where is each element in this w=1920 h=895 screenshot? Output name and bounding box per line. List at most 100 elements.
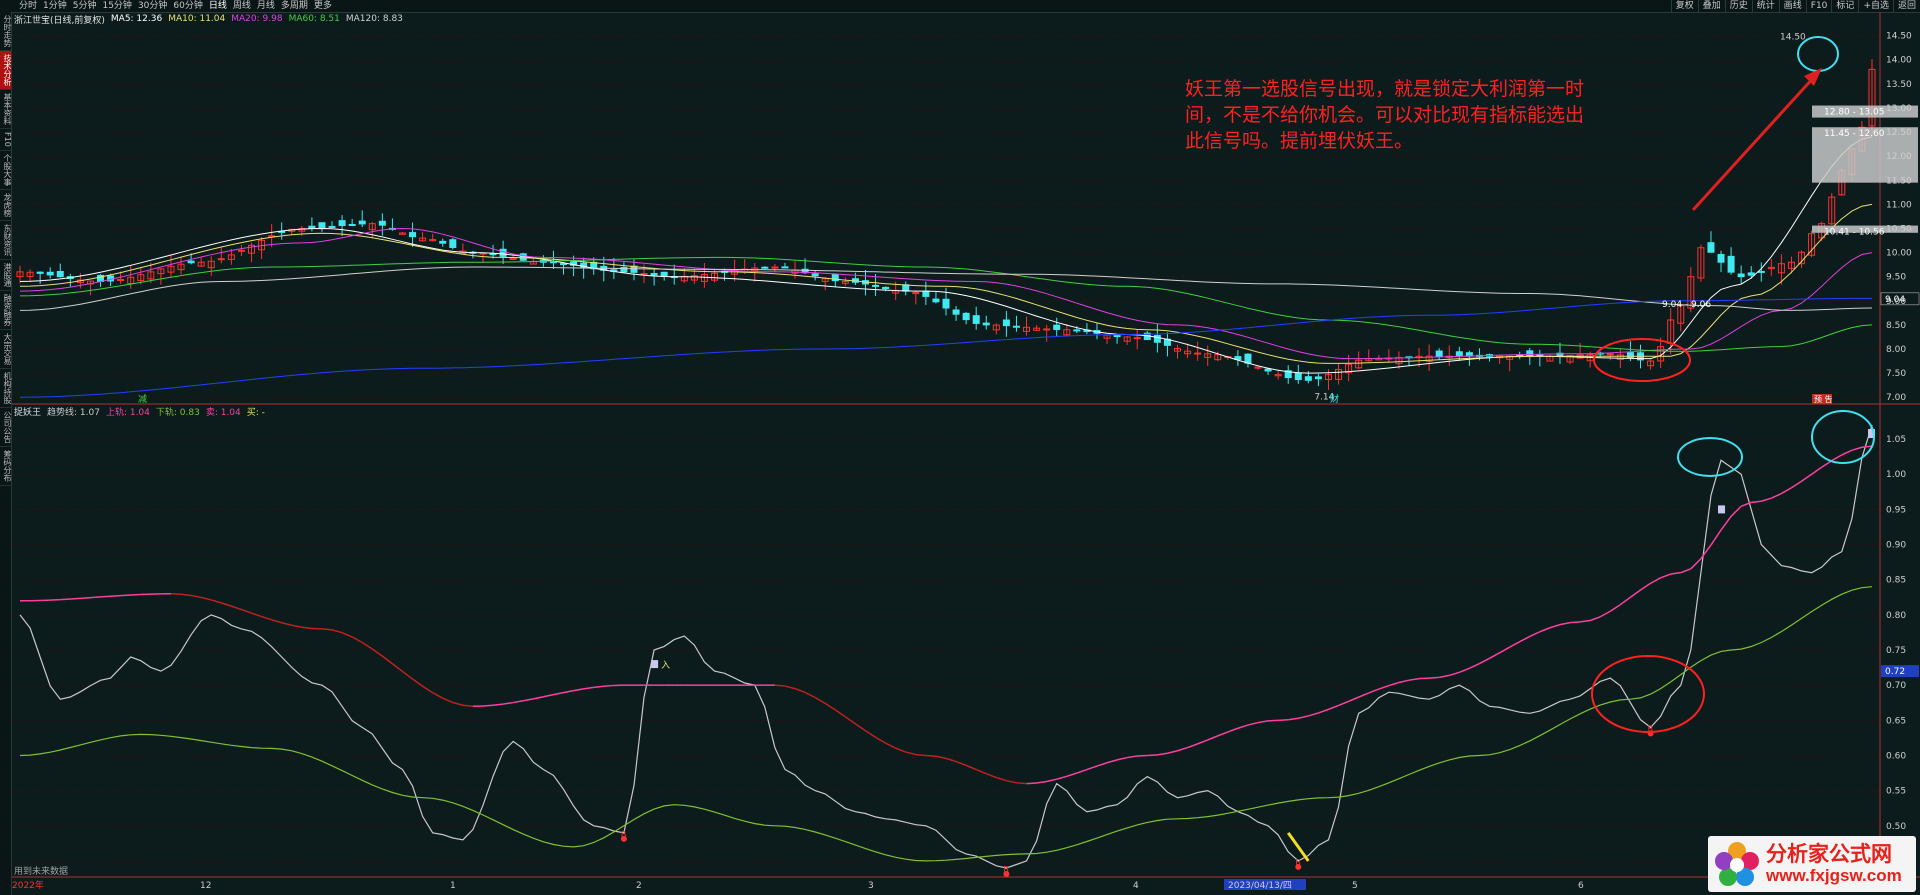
upper-seg-121: [1227, 727, 1239, 733]
ind-tick-2: 0.55: [1886, 787, 1906, 797]
x-label-2: 1: [450, 881, 456, 891]
x-label-7: 5: [1352, 881, 1358, 891]
candle-body-113: [1153, 334, 1161, 343]
chart-canvas[interactable]: 12.80 - 13.05 11.45 - 12.60 10.41 - 10.56 9…: [0, 0, 1920, 895]
candle-body-98: [1002, 319, 1010, 327]
upper-seg-109: [1106, 759, 1118, 764]
upper-seg-115: [1167, 749, 1178, 754]
upper-seg-176: [1781, 487, 1792, 495]
price-box-label-0: 12.80 - 13.05: [1824, 108, 1885, 118]
upper-seg-182: [1841, 449, 1853, 456]
upper-seg-47: [482, 704, 494, 707]
upper-seg-23: [241, 608, 252, 614]
candle-body-49: [509, 257, 517, 260]
candle-body-32: [338, 220, 346, 227]
candle-body-29: [308, 225, 316, 229]
upper-seg-126: [1278, 719, 1289, 722]
candle-body-10: [117, 278, 125, 281]
upper-seg-87: [885, 742, 897, 749]
value-tag: 0.72: [1885, 667, 1905, 677]
upper-seg-164: [1660, 573, 1671, 579]
upper-seg-147: [1489, 652, 1500, 659]
sell-box-0: [651, 660, 659, 669]
upper-seg-179: [1811, 466, 1823, 475]
upper-seg-25: [261, 615, 272, 621]
candle-body-92: [942, 298, 950, 309]
upper-seg-79: [804, 691, 816, 699]
x-label-6: 2023/04/13/四: [1228, 881, 1292, 891]
upper-seg-35: [361, 641, 373, 650]
upper-seg-37: [381, 655, 393, 665]
candle-body-30: [318, 222, 326, 229]
upper-seg-34: [351, 636, 363, 644]
candle-body-90: [922, 290, 930, 297]
upper-seg-133: [1348, 696, 1359, 703]
upper-seg-6: [70, 597, 81, 600]
upper-seg-152: [1539, 627, 1551, 633]
upper-seg-106: [1076, 768, 1088, 774]
candle-body-128: [1304, 376, 1312, 381]
upper-seg-166: [1680, 568, 1692, 574]
upper-seg-11: [120, 594, 131, 597]
upper-seg-138: [1398, 679, 1410, 684]
upper-seg-90: [915, 753, 926, 757]
x-label-8: 6: [1578, 881, 1584, 891]
upper-seg-88: [895, 747, 907, 753]
upper-seg-112: [1137, 754, 1148, 757]
ind-tick-8: 0.85: [1886, 576, 1906, 586]
candle-body-31: [328, 225, 336, 228]
candle-body-33: [348, 223, 356, 226]
price-tick-11: 12.50: [1886, 128, 1912, 138]
upper-seg-150: [1519, 635, 1531, 643]
ind-tick-9: 0.90: [1886, 541, 1906, 551]
peak-ellipse-ind-right: [1811, 410, 1875, 464]
candle-body-141: [1435, 350, 1443, 357]
candle-body-42: [439, 240, 447, 244]
candle-body-79: [811, 273, 819, 277]
upper-seg-131: [1328, 704, 1339, 711]
peak-ellipse-price: [1797, 36, 1839, 72]
upper-seg-54: [553, 691, 564, 696]
high-price-label: 14.50: [1780, 33, 1806, 43]
candle-body-85: [872, 284, 880, 287]
upper-seg-104: [1056, 775, 1067, 780]
upper-seg-139: [1408, 677, 1420, 681]
upper-seg-161: [1629, 589, 1641, 598]
upper-seg-94: [955, 760, 967, 767]
candle-body-172: [1747, 272, 1755, 276]
price-tick-0: 7.00: [1886, 393, 1906, 403]
candle-body-99: [1012, 325, 1020, 328]
upper-seg-141: [1429, 676, 1440, 679]
upper-seg-50: [513, 700, 524, 704]
upper-seg-99: [1006, 779, 1017, 784]
upper-seg-95: [965, 764, 977, 771]
candle-body-39: [409, 232, 417, 238]
footer-note: 用到未来数据: [14, 865, 68, 877]
upper-seg-173: [1751, 500, 1762, 504]
upper-seg-171: [1730, 505, 1742, 517]
candle-body-168: [1707, 242, 1715, 253]
candle-body-76: [781, 266, 789, 269]
price-box-label-1: 11.45 - 12.60: [1824, 129, 1885, 139]
upper-seg-143: [1449, 671, 1460, 677]
upper-seg-119: [1207, 735, 1219, 741]
flower-logo-icon: [1715, 842, 1759, 886]
upper-seg-98: [996, 776, 1007, 782]
candle-body-36: [378, 220, 386, 226]
peak-ellipse-ind: [1677, 437, 1743, 477]
upper-seg-134: [1358, 692, 1370, 698]
candle-body-103: [1053, 324, 1061, 330]
axis-layer: 7.007.508.008.509.009.5010.0010.5011.001…: [12, 32, 1912, 891]
ind-tick-7: 0.80: [1886, 611, 1906, 621]
upper-seg-154: [1559, 621, 1571, 626]
upper-seg-55: [563, 689, 574, 694]
upper-seg-96: [975, 768, 987, 775]
upper-seg-132: [1338, 700, 1349, 707]
price-tick-13: 13.50: [1886, 80, 1912, 90]
upper-seg-110: [1116, 756, 1128, 761]
upper-seg-157: [1589, 616, 1601, 622]
candle-body-54: [560, 263, 568, 266]
candle-body-48: [499, 248, 507, 257]
upper-seg-178: [1801, 473, 1813, 482]
price-tick-1: 7.50: [1886, 369, 1906, 379]
